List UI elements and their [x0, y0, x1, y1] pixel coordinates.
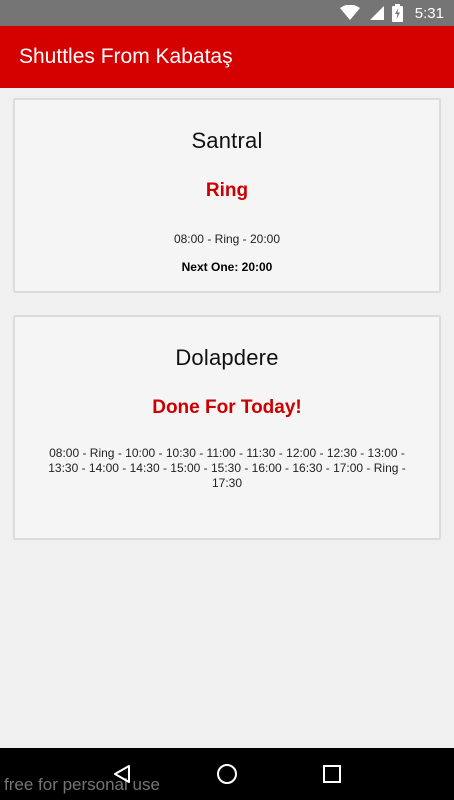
card-title: Dolapdere	[175, 345, 279, 370]
content-area[interactable]: Santral Ring 08:00 - Ring - 20:00 Next O…	[0, 88, 454, 748]
status-bar: 5:31	[0, 0, 454, 26]
card-schedule: 08:00 - Ring - 20:00	[173, 232, 281, 246]
card-next-departure: Next One: 20:00	[181, 260, 273, 274]
card-title: Santral	[191, 128, 263, 153]
shuttle-card-santral[interactable]: Santral Ring 08:00 - Ring - 20:00 Next O…	[13, 98, 441, 293]
recents-button[interactable]	[312, 754, 352, 794]
battery-charging-icon	[391, 4, 403, 22]
wifi-icon	[339, 5, 360, 21]
card-status: Ring	[205, 180, 249, 201]
recents-icon	[322, 765, 341, 783]
card-schedule: 08:00 - Ring - 10:00 - 10:30 - 11:00 - 1…	[48, 446, 406, 490]
home-icon	[216, 764, 237, 784]
signal-icon	[368, 5, 384, 21]
app-bar: Shuttles From Kabataş	[0, 26, 454, 88]
status-time: 5:31	[414, 4, 444, 22]
app-title: Shuttles From Kabataş	[19, 45, 233, 68]
home-button[interactable]	[207, 754, 247, 794]
watermark: free for personal use	[4, 775, 160, 794]
shuttle-card-dolapdere[interactable]: Dolapdere Done For Today! 08:00 - Ring -…	[13, 315, 441, 540]
card-status: Done For Today!	[152, 397, 302, 418]
